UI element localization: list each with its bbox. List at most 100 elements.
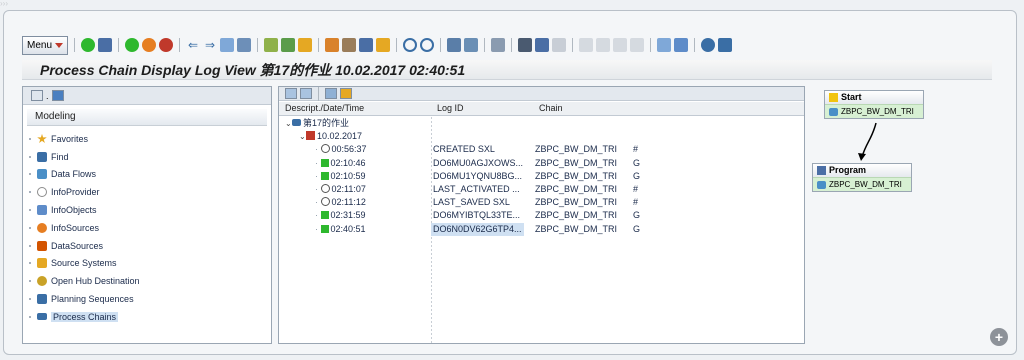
table-row-selected[interactable]: · 02:40:51 DO6N0DV62G6TP4... ZBPC_BW_DM_… — [279, 222, 804, 236]
program-node[interactable]: Program ZBPC_BW_DM_TRI — [812, 163, 912, 192]
tree-icon[interactable] — [264, 38, 279, 52]
chain-icon[interactable] — [281, 38, 296, 52]
zoom-in-icon[interactable]: + — [990, 328, 1008, 346]
next-icon[interactable]: ⇒ — [203, 38, 217, 52]
save-icon[interactable] — [98, 38, 113, 52]
nav-item-datasources[interactable]: DataSources — [23, 237, 271, 255]
tree-row-job[interactable]: ⌄ 第17的作业 — [279, 117, 804, 130]
menu-button-label: Menu — [27, 39, 53, 51]
run-time: 02:31:59 — [330, 210, 366, 221]
create-session-icon[interactable] — [657, 38, 672, 52]
nav-item-source-systems[interactable]: Source Systems — [23, 255, 271, 273]
nav-item-process-chains[interactable]: Process Chains — [23, 308, 271, 326]
nav-item-infosources[interactable]: InfoSources — [23, 219, 271, 237]
shortcut-icon[interactable] — [674, 38, 689, 52]
log-tree-panel: Descript./Date/Time Log ID Chain ⌄ 第17的作业… — [278, 86, 805, 344]
table-row[interactable]: · 02:11:12 LAST_SAVED SXL ZBPC_BW_DM_TRI… — [279, 196, 804, 209]
nav-item-find[interactable]: Find — [23, 148, 271, 166]
date-label: 10.02.2017 — [317, 131, 363, 142]
tree-bullet: · — [315, 144, 318, 155]
print-icon[interactable] — [518, 38, 533, 52]
program-node-title: Program — [829, 165, 867, 175]
exit-icon[interactable] — [142, 38, 157, 52]
settings-icon[interactable] — [447, 38, 462, 52]
start-node-header: Start — [825, 91, 923, 104]
chain-name: ZBPC_BW_DM_TRI — [535, 144, 618, 155]
tree-row-date[interactable]: ⌄ 10.02.2017 — [279, 130, 804, 143]
chevron-down-icon[interactable]: ⌄ — [285, 117, 292, 130]
execute-icon[interactable] — [325, 38, 340, 52]
run-time: 02:10:59 — [330, 170, 366, 181]
help-icon[interactable] — [701, 38, 716, 52]
list-icon[interactable] — [491, 38, 506, 52]
zoom-in-icon[interactable] — [403, 38, 418, 52]
log-icon[interactable] — [298, 38, 313, 52]
start-node-body: ZBPC_BW_DM_TRI — [825, 104, 923, 118]
next-page-icon[interactable] — [613, 38, 628, 52]
first-page-icon[interactable] — [579, 38, 594, 52]
nav-item-label: DataSources — [51, 240, 104, 251]
nav-item-infoprovider[interactable]: InfoProvider — [23, 183, 271, 201]
nav-item-data-flows[interactable]: Data Flows — [23, 166, 271, 184]
tree-bullet: · — [315, 223, 318, 234]
column-log-id[interactable]: Log ID — [437, 103, 464, 113]
column-chain[interactable]: Chain — [539, 103, 563, 113]
nav-item-open-hub[interactable]: Open Hub Destination — [23, 272, 271, 290]
filter-icon[interactable] — [237, 38, 252, 52]
close-icon[interactable] — [51, 90, 64, 101]
column-desc[interactable]: Descript./Date/Time — [285, 103, 364, 113]
find-icon[interactable] — [535, 38, 550, 52]
layout-icon[interactable] — [464, 38, 479, 52]
customize-icon[interactable] — [718, 38, 733, 52]
nav-item-label: Favorites — [51, 133, 89, 144]
hierarchy-icon[interactable] — [342, 38, 357, 52]
status-flag: # — [633, 197, 639, 208]
back-icon[interactable] — [125, 38, 140, 52]
navigator-toolbar: . — [23, 87, 271, 105]
modeling-header[interactable]: Modeling — [27, 109, 267, 126]
details-icon[interactable] — [340, 88, 352, 99]
table-icon[interactable] — [220, 38, 235, 52]
check-icon[interactable] — [81, 38, 96, 52]
datasource-icon — [37, 240, 47, 251]
chain-name: ZBPC_BW_DM_TRI — [535, 197, 618, 208]
start-node[interactable]: Start ZBPC_BW_DM_TRI — [824, 90, 924, 119]
find-next-icon[interactable] — [552, 38, 567, 52]
status-flag: G — [633, 170, 641, 181]
nav-item-infoobjects[interactable]: InfoObjects — [23, 201, 271, 219]
refresh-icon[interactable] — [300, 88, 312, 99]
chevron-down-icon[interactable]: ⌄ — [299, 130, 306, 143]
table-row[interactable]: · 02:11:07 LAST_ACTIVATED ... ZBPC_BW_DM… — [279, 183, 804, 196]
modeling-tree: Favorites Find Data Flows InfoProvider I… — [23, 130, 271, 326]
table-row[interactable]: · 02:31:59 DO6MYIBTQL33TE... ZBPC_BW_DM_… — [279, 209, 804, 222]
nav-item-planning-sequences[interactable]: Planning Sequences — [23, 290, 271, 308]
tree-bullet — [29, 298, 31, 301]
star-icon — [37, 133, 47, 143]
open-hub-icon — [37, 276, 47, 287]
last-page-icon[interactable] — [630, 38, 645, 52]
nav-item-label: InfoObjects — [51, 205, 97, 216]
prev-icon[interactable]: ⇐ — [186, 38, 200, 52]
table-row[interactable]: · 02:10:46 DO6MU0AGJXOWS... ZBPC_BW_DM_T… — [279, 157, 804, 170]
menu-button[interactable]: Menu — [22, 35, 69, 55]
table-row[interactable]: · 00:56:37 CREATED SXL ZBPC_BW_DM_TRI # — [279, 143, 804, 156]
toolbar-separator — [118, 38, 120, 52]
cancel-icon[interactable] — [159, 38, 174, 52]
expand-icon[interactable] — [325, 88, 337, 99]
job-label: 第17的作业 — [303, 118, 350, 128]
source-system-icon — [37, 258, 47, 269]
run-time: 02:10:46 — [330, 157, 366, 168]
zoom-out-icon[interactable] — [420, 38, 435, 52]
planning-icon — [37, 294, 47, 305]
program-icon — [817, 166, 826, 175]
table-row[interactable]: · 02:10:59 DO6MU1YQNU8BG... ZBPC_BW_DM_T… — [279, 170, 804, 183]
run-time: 02:11:12 — [331, 197, 366, 208]
tree-bullet: · — [315, 210, 318, 221]
display-icon[interactable] — [376, 38, 391, 52]
chain-name: ZBPC_BW_DM_TRI — [535, 210, 618, 221]
network-icon[interactable] — [359, 38, 374, 52]
filter-icon[interactable] — [285, 88, 297, 99]
nav-item-favorites[interactable]: Favorites — [23, 130, 271, 148]
prev-page-icon[interactable] — [596, 38, 611, 52]
collapse-icon[interactable] — [31, 90, 43, 101]
